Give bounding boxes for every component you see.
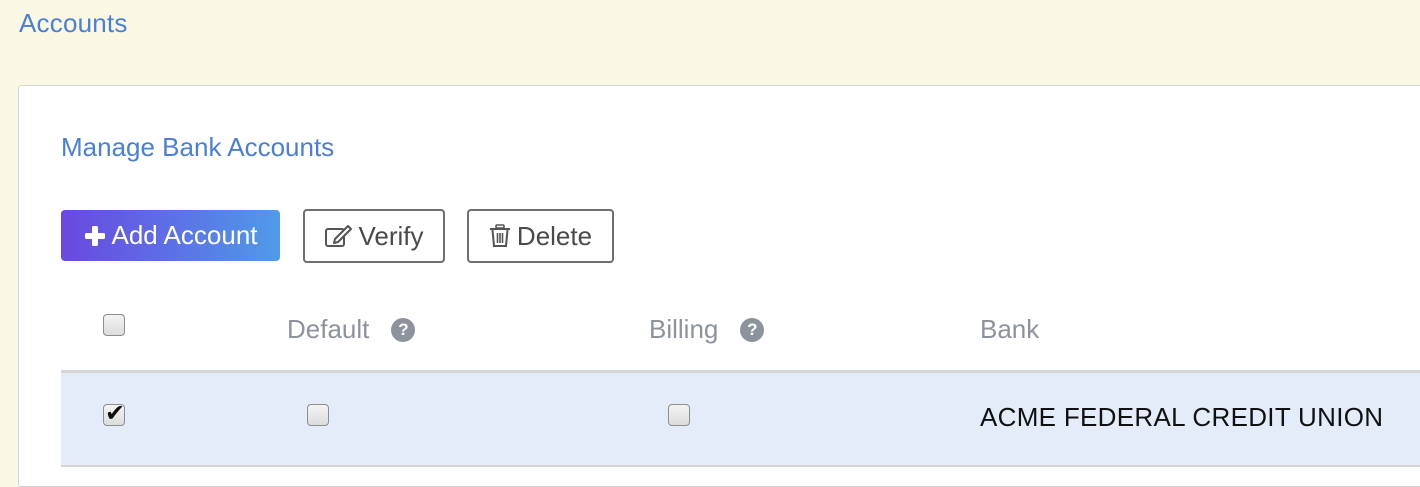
column-header-default: Default ?: [287, 314, 416, 345]
column-label-default: Default: [287, 314, 370, 344]
bank-accounts-panel: Manage Bank Accounts Add Account Verify: [18, 85, 1420, 487]
question-circle-icon[interactable]: ?: [740, 317, 765, 342]
check-icon: ✔: [105, 400, 126, 427]
delete-label: Delete: [516, 220, 593, 251]
default-checkbox[interactable]: [307, 404, 329, 426]
select-all-checkbox[interactable]: [103, 314, 125, 336]
plus-icon: [84, 225, 106, 247]
table-row[interactable]: ✔ ACME FEDERAL CREDIT UNION: [61, 370, 1420, 467]
trash-icon: [489, 224, 511, 248]
column-label-bank: Bank: [980, 314, 1040, 344]
delete-button[interactable]: Delete: [467, 209, 614, 263]
column-label-billing: Billing: [649, 314, 719, 344]
panel-title: Manage Bank Accounts: [61, 132, 335, 162]
page-title: Accounts: [19, 8, 128, 38]
column-header-billing: Billing ?: [649, 314, 765, 345]
add-account-label: Add Account: [111, 220, 258, 250]
bank-name-cell: ACME FEDERAL CREDIT UNION: [980, 402, 1384, 432]
add-account-button[interactable]: Add Account: [61, 210, 280, 261]
column-header-bank: Bank: [980, 314, 1039, 345]
question-circle-icon[interactable]: ?: [391, 317, 416, 342]
row-select-checkbox[interactable]: ✔: [103, 400, 125, 427]
edit-icon: [324, 224, 353, 248]
billing-checkbox[interactable]: [668, 404, 690, 426]
verify-button[interactable]: Verify: [303, 209, 445, 263]
verify-label: Verify: [358, 220, 424, 251]
